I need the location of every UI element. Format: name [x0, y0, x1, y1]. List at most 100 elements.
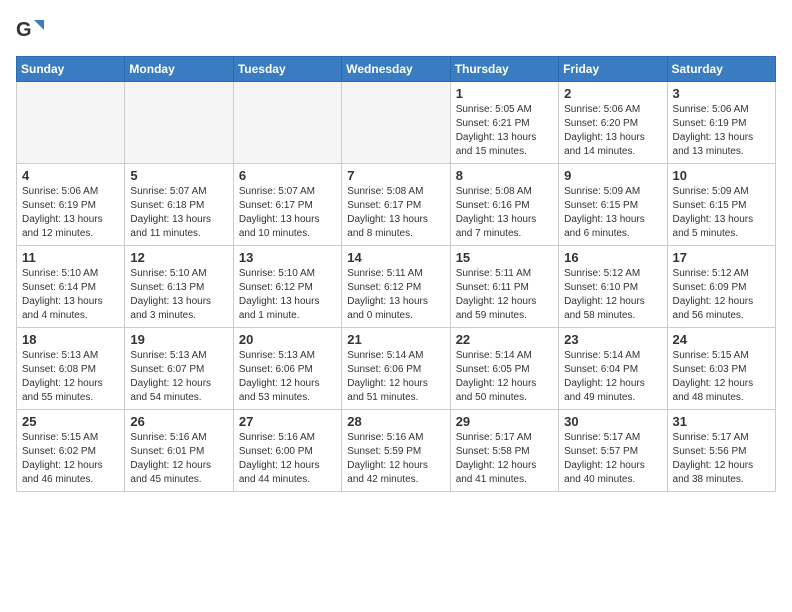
day-number: 15: [456, 250, 553, 265]
sunset-text: Sunset: 6:17 PM: [239, 200, 313, 211]
daylight-text: Daylight: 12 hours and 56 minutes.: [673, 296, 754, 321]
sunrise-text: Sunrise: 5:12 AM: [673, 268, 749, 279]
sunrise-text: Sunrise: 5:15 AM: [673, 350, 749, 361]
day-number: 28: [347, 414, 444, 429]
logo: G: [16, 16, 46, 44]
day-number: 13: [239, 250, 336, 265]
calendar-table: SundayMondayTuesdayWednesdayThursdayFrid…: [16, 56, 776, 492]
sunset-text: Sunset: 6:02 PM: [22, 446, 96, 457]
calendar-cell: 30 Sunrise: 5:17 AM Sunset: 5:57 PM Dayl…: [559, 410, 667, 492]
daylight-text: Daylight: 13 hours and 5 minutes.: [673, 214, 754, 239]
calendar-cell: 1 Sunrise: 5:05 AM Sunset: 6:21 PM Dayli…: [450, 82, 558, 164]
sunset-text: Sunset: 6:04 PM: [564, 364, 638, 375]
day-number: 27: [239, 414, 336, 429]
sunset-text: Sunset: 6:09 PM: [673, 282, 747, 293]
calendar-cell: 7 Sunrise: 5:08 AM Sunset: 6:17 PM Dayli…: [342, 164, 450, 246]
sunset-text: Sunset: 6:19 PM: [22, 200, 96, 211]
sunset-text: Sunset: 6:15 PM: [673, 200, 747, 211]
day-number: 25: [22, 414, 119, 429]
day-info: Sunrise: 5:06 AM Sunset: 6:19 PM Dayligh…: [22, 185, 119, 241]
day-info: Sunrise: 5:10 AM Sunset: 6:13 PM Dayligh…: [130, 267, 227, 323]
daylight-text: Daylight: 12 hours and 48 minutes.: [673, 378, 754, 403]
calendar-cell: 26 Sunrise: 5:16 AM Sunset: 6:01 PM Dayl…: [125, 410, 233, 492]
sunrise-text: Sunrise: 5:09 AM: [673, 186, 749, 197]
sunset-text: Sunset: 5:59 PM: [347, 446, 421, 457]
sunset-text: Sunset: 6:17 PM: [347, 200, 421, 211]
day-info: Sunrise: 5:06 AM Sunset: 6:20 PM Dayligh…: [564, 103, 661, 159]
daylight-text: Daylight: 12 hours and 41 minutes.: [456, 460, 537, 485]
sunrise-text: Sunrise: 5:09 AM: [564, 186, 640, 197]
sunrise-text: Sunrise: 5:05 AM: [456, 104, 532, 115]
daylight-text: Daylight: 13 hours and 3 minutes.: [130, 296, 211, 321]
day-info: Sunrise: 5:09 AM Sunset: 6:15 PM Dayligh…: [564, 185, 661, 241]
day-info: Sunrise: 5:17 AM Sunset: 5:57 PM Dayligh…: [564, 431, 661, 487]
sunset-text: Sunset: 6:01 PM: [130, 446, 204, 457]
weekday-header: Thursday: [450, 57, 558, 82]
sunset-text: Sunset: 6:19 PM: [673, 118, 747, 129]
calendar-cell: 21 Sunrise: 5:14 AM Sunset: 6:06 PM Dayl…: [342, 328, 450, 410]
daylight-text: Daylight: 13 hours and 12 minutes.: [22, 214, 103, 239]
day-info: Sunrise: 5:16 AM Sunset: 5:59 PM Dayligh…: [347, 431, 444, 487]
sunset-text: Sunset: 6:06 PM: [347, 364, 421, 375]
day-info: Sunrise: 5:10 AM Sunset: 6:12 PM Dayligh…: [239, 267, 336, 323]
day-number: 4: [22, 168, 119, 183]
daylight-text: Daylight: 13 hours and 4 minutes.: [22, 296, 103, 321]
calendar-cell: 3 Sunrise: 5:06 AM Sunset: 6:19 PM Dayli…: [667, 82, 775, 164]
day-info: Sunrise: 5:07 AM Sunset: 6:17 PM Dayligh…: [239, 185, 336, 241]
weekday-header: Friday: [559, 57, 667, 82]
daylight-text: Daylight: 13 hours and 8 minutes.: [347, 214, 428, 239]
sunrise-text: Sunrise: 5:12 AM: [564, 268, 640, 279]
sunset-text: Sunset: 6:16 PM: [456, 200, 530, 211]
calendar-cell: 2 Sunrise: 5:06 AM Sunset: 6:20 PM Dayli…: [559, 82, 667, 164]
daylight-text: Daylight: 13 hours and 0 minutes.: [347, 296, 428, 321]
calendar-cell: [233, 82, 341, 164]
sunrise-text: Sunrise: 5:16 AM: [130, 432, 206, 443]
day-number: 14: [347, 250, 444, 265]
calendar-cell: 18 Sunrise: 5:13 AM Sunset: 6:08 PM Dayl…: [17, 328, 125, 410]
weekday-header: Saturday: [667, 57, 775, 82]
sunrise-text: Sunrise: 5:17 AM: [456, 432, 532, 443]
calendar-header-row: SundayMondayTuesdayWednesdayThursdayFrid…: [17, 57, 776, 82]
daylight-text: Daylight: 12 hours and 38 minutes.: [673, 460, 754, 485]
daylight-text: Daylight: 12 hours and 50 minutes.: [456, 378, 537, 403]
sunset-text: Sunset: 6:20 PM: [564, 118, 638, 129]
daylight-text: Daylight: 12 hours and 45 minutes.: [130, 460, 211, 485]
day-number: 21: [347, 332, 444, 347]
day-number: 18: [22, 332, 119, 347]
calendar-cell: 5 Sunrise: 5:07 AM Sunset: 6:18 PM Dayli…: [125, 164, 233, 246]
daylight-text: Daylight: 12 hours and 54 minutes.: [130, 378, 211, 403]
sunrise-text: Sunrise: 5:07 AM: [239, 186, 315, 197]
calendar-cell: 31 Sunrise: 5:17 AM Sunset: 5:56 PM Dayl…: [667, 410, 775, 492]
sunrise-text: Sunrise: 5:08 AM: [456, 186, 532, 197]
svg-text:G: G: [16, 19, 32, 41]
day-info: Sunrise: 5:14 AM Sunset: 6:05 PM Dayligh…: [456, 349, 553, 405]
daylight-text: Daylight: 13 hours and 6 minutes.: [564, 214, 645, 239]
sunrise-text: Sunrise: 5:17 AM: [673, 432, 749, 443]
calendar-week-row: 1 Sunrise: 5:05 AM Sunset: 6:21 PM Dayli…: [17, 82, 776, 164]
sunset-text: Sunset: 5:57 PM: [564, 446, 638, 457]
sunset-text: Sunset: 6:13 PM: [130, 282, 204, 293]
calendar-cell: 25 Sunrise: 5:15 AM Sunset: 6:02 PM Dayl…: [17, 410, 125, 492]
calendar-cell: 28 Sunrise: 5:16 AM Sunset: 5:59 PM Dayl…: [342, 410, 450, 492]
sunrise-text: Sunrise: 5:10 AM: [22, 268, 98, 279]
sunrise-text: Sunrise: 5:11 AM: [347, 268, 422, 279]
sunrise-text: Sunrise: 5:14 AM: [456, 350, 532, 361]
calendar-cell: 27 Sunrise: 5:16 AM Sunset: 6:00 PM Dayl…: [233, 410, 341, 492]
day-number: 24: [673, 332, 770, 347]
sunset-text: Sunset: 6:10 PM: [564, 282, 638, 293]
daylight-text: Daylight: 12 hours and 49 minutes.: [564, 378, 645, 403]
day-info: Sunrise: 5:06 AM Sunset: 6:19 PM Dayligh…: [673, 103, 770, 159]
day-number: 29: [456, 414, 553, 429]
daylight-text: Daylight: 13 hours and 1 minute.: [239, 296, 320, 321]
weekday-header: Monday: [125, 57, 233, 82]
sunset-text: Sunset: 6:12 PM: [239, 282, 313, 293]
sunrise-text: Sunrise: 5:06 AM: [22, 186, 98, 197]
sunset-text: Sunset: 5:58 PM: [456, 446, 530, 457]
sunrise-text: Sunrise: 5:11 AM: [456, 268, 531, 279]
day-info: Sunrise: 5:08 AM Sunset: 6:16 PM Dayligh…: [456, 185, 553, 241]
day-number: 20: [239, 332, 336, 347]
day-info: Sunrise: 5:08 AM Sunset: 6:17 PM Dayligh…: [347, 185, 444, 241]
sunset-text: Sunset: 6:07 PM: [130, 364, 204, 375]
day-number: 5: [130, 168, 227, 183]
calendar-cell: 6 Sunrise: 5:07 AM Sunset: 6:17 PM Dayli…: [233, 164, 341, 246]
